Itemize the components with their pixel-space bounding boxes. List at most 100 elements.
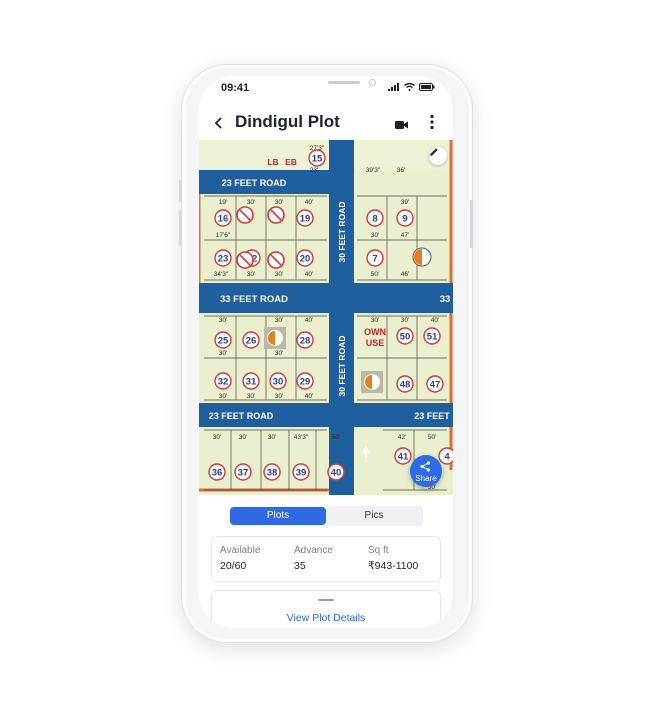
dimension-label: 30' [401, 317, 409, 324]
page-title: Dindigul Plot [235, 112, 340, 131]
plot-number: 32 [218, 377, 229, 388]
dimension-label: 30' [247, 393, 255, 400]
plot-marker[interactable]: 32 [214, 372, 232, 390]
plot-marker[interactable]: 50 [396, 327, 414, 345]
plot-marker[interactable]: 38 [263, 463, 281, 481]
status-icons [388, 83, 435, 91]
plot-number: 50 [400, 332, 411, 343]
plot-number: 7 [372, 254, 377, 265]
road-label: 23 FEET ROAD [209, 411, 274, 421]
plot-marker[interactable]: 36 [208, 463, 226, 481]
plot-number: 39 [296, 468, 307, 479]
plot-number: 36 [212, 468, 223, 479]
plot-marker[interactable]: 19 [296, 209, 314, 227]
plot-marker[interactable]: 39 [292, 463, 310, 481]
plot-number: 38 [267, 468, 278, 479]
view-plot-details-link[interactable]: View Plot Details [212, 612, 440, 624]
share-label: Share [415, 474, 437, 483]
dimension-label: 30' [213, 434, 221, 441]
pencil-icon [430, 148, 438, 156]
details-sheet: View Plot Details [211, 590, 441, 628]
dimension-label: 30' [275, 350, 283, 357]
road-label: 33 [440, 294, 451, 305]
side-button [179, 210, 182, 246]
dimension-label: 30' [219, 317, 227, 324]
plot-marker[interactable]: 8 [366, 209, 384, 227]
dimension-label: 30' [275, 271, 283, 278]
plot-marker[interactable]: 25 [214, 331, 232, 349]
plot-number: 40 [331, 468, 342, 479]
dimension-label: 40' [431, 317, 439, 324]
layout-map[interactable]: 23 FEET ROAD 33 FEET ROAD 33 23 FEET ROA… [199, 140, 453, 495]
plot-marker[interactable]: 28 [296, 331, 314, 349]
dimension-label: 40' [305, 317, 313, 324]
dimension-label: 42' [398, 434, 406, 441]
plot-marker[interactable]: 30 [269, 372, 287, 390]
back-button[interactable] [213, 112, 231, 132]
plot-number: 37 [238, 468, 249, 479]
dimension-label: 30' [268, 434, 276, 441]
plot-marker[interactable]: 47 [426, 375, 444, 393]
dimension-label: 30' [371, 317, 379, 324]
status-time: 09:41 [221, 82, 250, 94]
dimension-label: 50' [371, 271, 379, 278]
chevron-left-icon [214, 117, 222, 129]
dimension-label: 30' [275, 317, 283, 324]
battery-icon [419, 83, 435, 91]
stat-label: Available [220, 545, 261, 556]
plot-marker[interactable]: 15 [308, 149, 326, 167]
tab-pics[interactable]: Pics [326, 507, 422, 525]
plot-marker[interactable]: 4 [438, 447, 453, 465]
share-button[interactable]: Share [410, 455, 442, 487]
app-screen: 09:41 Dindigul Plot 23 FEET ROAD 33 FEET… [199, 76, 453, 628]
dimension-label: 19' [219, 199, 227, 206]
drag-handle[interactable] [318, 599, 334, 601]
plot-marker[interactable]: 26 [242, 331, 260, 349]
road-label: 30 FEET ROAD [337, 202, 347, 263]
plot-marker[interactable]: 16 [214, 209, 232, 227]
plot-number: 19 [300, 214, 311, 225]
dimension-label: 40' [305, 199, 313, 206]
plot-marker[interactable]: 29 [296, 372, 314, 390]
stat-sqft: Sq ft ₹943-1100 [368, 545, 418, 572]
plot-marker[interactable]: 20 [296, 249, 314, 267]
plot-number: 8 [372, 214, 377, 225]
dimension-label: 30' [219, 350, 227, 357]
video-button[interactable] [395, 117, 409, 135]
lb-label: LB [267, 157, 278, 167]
dimension-label: 30' [219, 393, 227, 400]
own-use-label: USE [366, 338, 385, 348]
plot-marker[interactable]: 7 [366, 249, 384, 267]
edit-map-button[interactable] [429, 147, 447, 165]
plot-number: 51 [427, 332, 438, 343]
plot-marker[interactable]: 31 [242, 372, 260, 390]
plot-stats: Available 20/60 Advance 35 Sq ft ₹943-11… [211, 536, 441, 582]
road-label: 23 FEET [414, 411, 450, 421]
dimension-label: 40' [305, 393, 313, 400]
plot-number: 4 [444, 452, 450, 463]
side-button [179, 180, 182, 202]
dimension-label: 30' [275, 199, 283, 206]
stat-available: Available 20/60 [220, 545, 260, 572]
dimension-label: 30' [239, 434, 247, 441]
stat-label: Advance [294, 545, 333, 556]
plot-marker[interactable]: 37 [234, 463, 252, 481]
plot-marker[interactable]: 23 [214, 249, 232, 267]
plot-marker[interactable]: 41 [394, 447, 412, 465]
plot-marker[interactable]: 51 [423, 327, 441, 345]
stat-advance: Advance 35 [294, 545, 333, 572]
plot-number: 30 [273, 377, 284, 388]
tab-plots[interactable]: Plots [230, 507, 326, 525]
dimension-label: 46' [401, 271, 409, 278]
dimension-label: 43'3" [294, 434, 309, 441]
plot-marker[interactable]: 9 [396, 209, 414, 227]
unavailable-icon [267, 251, 285, 269]
plot-number: 9 [402, 214, 407, 225]
dimension-label: 27'3" [310, 145, 325, 152]
stat-label: Sq ft [368, 545, 389, 556]
plot-marker[interactable]: 40 [327, 463, 345, 481]
plot-number: 23 [218, 254, 229, 265]
plot-marker[interactable]: 48 [396, 375, 414, 393]
dimension-label: 39'3" [366, 167, 381, 174]
more-button[interactable] [429, 114, 435, 135]
